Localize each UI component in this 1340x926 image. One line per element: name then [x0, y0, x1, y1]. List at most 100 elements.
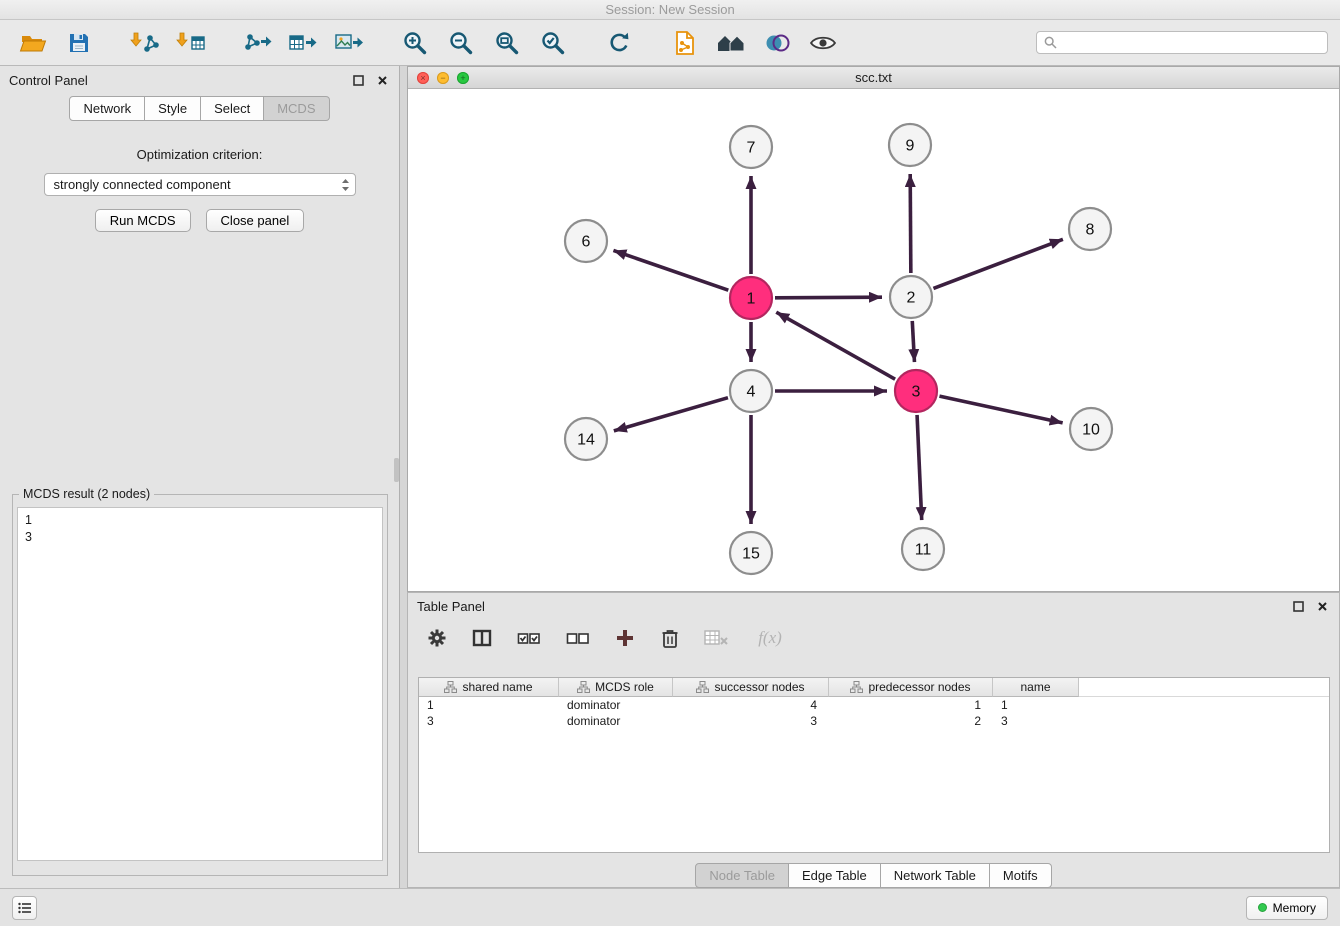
window-title: Session: New Session: [605, 2, 734, 17]
edge-3-to-11[interactable]: [917, 415, 922, 520]
edge-2-to-3[interactable]: [912, 321, 914, 362]
select-all-button[interactable]: [514, 625, 544, 651]
graph-node-6[interactable]: 6: [565, 220, 607, 262]
column-header-predecessor-nodes[interactable]: predecessor nodes: [829, 678, 993, 697]
memory-button[interactable]: Memory: [1246, 896, 1328, 920]
show-hide-button[interactable]: [802, 24, 844, 62]
import-table-button[interactable]: [170, 24, 212, 62]
edge-1-to-2[interactable]: [775, 297, 882, 298]
graph-node-label: 8: [1086, 222, 1095, 239]
apply-style-button[interactable]: [756, 24, 798, 62]
network-view-window: × − + scc.txt 7968124314101511: [407, 66, 1340, 592]
vertical-splitter[interactable]: [400, 66, 407, 888]
tab-mcds[interactable]: MCDS: [264, 96, 329, 121]
optimization-criterion-select[interactable]: strongly connected component: [44, 173, 356, 196]
apply-style-icon: [764, 32, 790, 54]
delete-table-button[interactable]: [702, 625, 732, 651]
export-image-button[interactable]: [328, 24, 370, 62]
delete-row-button[interactable]: [657, 625, 683, 651]
graph-node-label: 11: [915, 542, 932, 559]
table-row[interactable]: 3 dominator 3 2 3: [419, 713, 1329, 729]
graph-node-11[interactable]: 11: [902, 528, 944, 570]
toolbar-separator: [374, 42, 390, 43]
cell-mcds-role[interactable]: dominator: [559, 697, 673, 713]
tab-style[interactable]: Style: [145, 96, 201, 121]
cell-name[interactable]: 3: [993, 713, 1079, 729]
zoom-selected-button[interactable]: [532, 24, 574, 62]
search-input[interactable]: [1062, 36, 1320, 50]
window-close-button[interactable]: ×: [417, 72, 429, 84]
zoom-out-button[interactable]: [440, 24, 482, 62]
graph-node-9[interactable]: 9: [889, 124, 931, 166]
column-header-mcds-role[interactable]: MCDS role: [559, 678, 673, 697]
column-header-name[interactable]: name: [993, 678, 1079, 697]
zoom-in-button[interactable]: [394, 24, 436, 62]
export-table-button[interactable]: [282, 24, 324, 62]
cell-shared-name[interactable]: 1: [419, 697, 559, 713]
tab-motifs[interactable]: Motifs: [990, 863, 1052, 888]
tab-network[interactable]: Network: [69, 96, 145, 121]
task-history-button[interactable]: [12, 896, 37, 920]
function-builder-button[interactable]: f(x): [751, 625, 789, 651]
table-panel-close-button[interactable]: [1314, 598, 1330, 614]
column-header-successor-nodes[interactable]: successor nodes: [673, 678, 829, 697]
graph-node-2[interactable]: 2: [890, 276, 932, 318]
save-session-button[interactable]: [58, 24, 100, 62]
tab-select[interactable]: Select: [201, 96, 264, 121]
edge-1-to-6[interactable]: [613, 250, 728, 290]
column-tree-icon: [444, 681, 457, 693]
add-row-button[interactable]: [612, 625, 638, 651]
edge-2-to-9[interactable]: [910, 174, 911, 273]
tab-edge-table[interactable]: Edge Table: [789, 863, 881, 888]
cell-predecessor-nodes[interactable]: 1: [829, 697, 993, 713]
edge-2-to-8[interactable]: [933, 239, 1062, 288]
tab-network-table[interactable]: Network Table: [881, 863, 990, 888]
import-network-icon: [130, 31, 160, 55]
refresh-button[interactable]: [598, 24, 640, 62]
control-panel-tabs: Network Style Select MCDS: [0, 96, 399, 121]
table-settings-button[interactable]: [424, 625, 450, 651]
run-mcds-button[interactable]: Run MCDS: [95, 209, 191, 232]
close-panel-button[interactable]: Close panel: [206, 209, 305, 232]
import-network-button[interactable]: [124, 24, 166, 62]
table-row[interactable]: 1 dominator 4 1 1: [419, 697, 1329, 713]
export-image-icon: [334, 31, 364, 55]
control-panel-float-button[interactable]: [350, 72, 366, 88]
delete-table-icon: [704, 629, 730, 647]
tab-node-table[interactable]: Node Table: [695, 863, 789, 888]
edge-4-to-14[interactable]: [614, 398, 728, 431]
window-minimize-button[interactable]: −: [437, 72, 449, 84]
splitter-handle[interactable]: [394, 458, 399, 482]
cell-name[interactable]: 1: [993, 697, 1079, 713]
cell-shared-name[interactable]: 3: [419, 713, 559, 729]
new-network-from-selection-button[interactable]: [664, 24, 706, 62]
column-header-shared-name[interactable]: shared name: [419, 678, 559, 697]
mcds-result-list[interactable]: 13: [17, 507, 383, 861]
window-zoom-button[interactable]: +: [457, 72, 469, 84]
table-panel-float-button[interactable]: [1290, 598, 1306, 614]
deselect-all-button[interactable]: [563, 625, 593, 651]
graph-node-14[interactable]: 14: [565, 418, 607, 460]
graph-node-15[interactable]: 15: [730, 532, 772, 574]
cell-predecessor-nodes[interactable]: 2: [829, 713, 993, 729]
graph-node-3[interactable]: 3: [895, 370, 937, 412]
column-label: predecessor nodes: [868, 680, 970, 694]
edge-3-to-1[interactable]: [776, 312, 895, 379]
open-session-button[interactable]: [12, 24, 54, 62]
first-neighbors-button[interactable]: [710, 24, 752, 62]
graph-node-1[interactable]: 1: [730, 277, 772, 319]
graph-node-10[interactable]: 10: [1070, 408, 1112, 450]
network-graph[interactable]: 7 9 6 8 1 2 4 3 14 10 15 11: [408, 89, 1339, 591]
cell-mcds-role[interactable]: dominator: [559, 713, 673, 729]
edge-3-to-10[interactable]: [939, 396, 1062, 423]
cell-successor-nodes[interactable]: 3: [673, 713, 829, 729]
graph-node-8[interactable]: 8: [1069, 208, 1111, 250]
zoom-fit-button[interactable]: [486, 24, 528, 62]
cell-successor-nodes[interactable]: 4: [673, 697, 829, 713]
search-field[interactable]: [1036, 31, 1328, 54]
graph-node-7[interactable]: 7: [730, 126, 772, 168]
control-panel-close-button[interactable]: [374, 72, 390, 88]
graph-node-4[interactable]: 4: [730, 370, 772, 412]
export-network-button[interactable]: [236, 24, 278, 62]
show-columns-button[interactable]: [469, 625, 495, 651]
